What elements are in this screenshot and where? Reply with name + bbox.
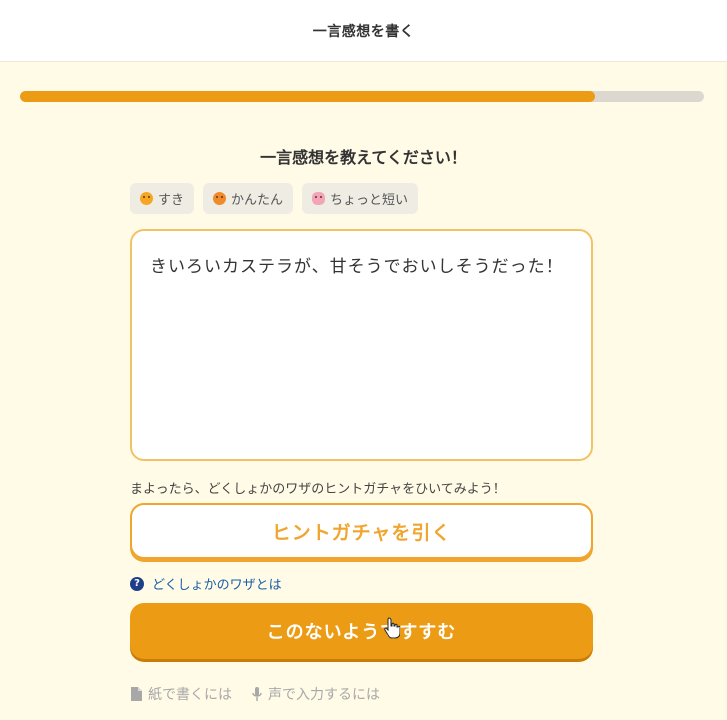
hint-gacha-button[interactable]: ヒントガチャを引く <box>130 503 593 559</box>
page-title: 一言感想を書く <box>312 23 415 40</box>
tongue-emoji-icon <box>213 192 227 205</box>
impression-textarea[interactable]: きいろいカステラが、甘そうでおいしそうだった！ <box>130 229 593 461</box>
waza-link-label: どくしょかのワザとは <box>152 578 282 593</box>
next-button[interactable]: このないようですすむ <box>130 603 593 659</box>
chip-label: かんたん <box>231 193 284 208</box>
progress-bar-fill <box>20 91 595 102</box>
document-icon <box>131 687 142 701</box>
help-circle-icon: ? <box>130 576 144 591</box>
voice-link-label: 声で入力するには <box>268 687 380 703</box>
chip-kantan[interactable]: かんたん <box>203 183 294 214</box>
chip-suki[interactable]: すき <box>130 183 195 214</box>
chip-label: ちょっと短い <box>330 193 409 208</box>
chip-chotto-mijikai[interactable]: ちょっと短い <box>302 183 419 214</box>
paper-link-label: 紙で書くには <box>148 687 232 703</box>
smile-emoji-icon <box>140 192 153 205</box>
question-heading: 一言感想を教えてください！ <box>260 148 467 167</box>
header-bar: 一言感想を書く <box>0 0 727 62</box>
hint-text: まよったら、どくしょかのワザのヒントガチャをひいてみよう！ <box>130 482 506 497</box>
progress-bar <box>20 91 704 102</box>
footer-links: 紙で書くには 声で入力するには <box>130 684 380 704</box>
dokushoka-waza-link[interactable]: ? どくしょかのワザとは <box>130 574 282 593</box>
voice-input-link[interactable]: 声で入力するには <box>252 684 380 704</box>
suggestion-chips: すき かんたん ちょっと短い <box>130 183 419 214</box>
pig-emoji-icon <box>312 192 326 205</box>
chip-label: すき <box>158 193 185 208</box>
pointer-hand-icon <box>384 617 400 639</box>
paper-writing-link[interactable]: 紙で書くには <box>130 684 232 704</box>
microphone-icon <box>252 686 262 701</box>
